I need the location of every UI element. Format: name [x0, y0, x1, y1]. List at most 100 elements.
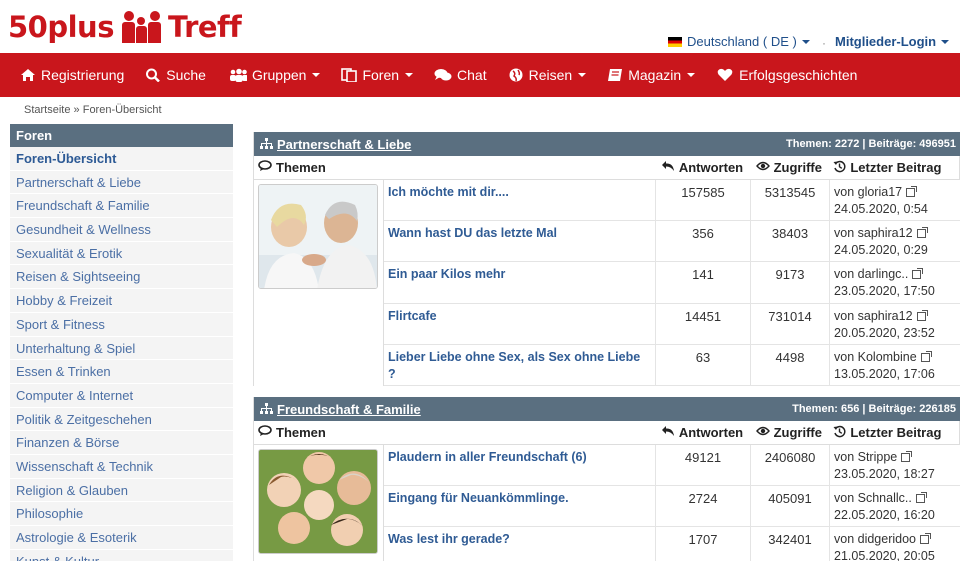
sidebar-item-sport[interactable]: Sport & Fitness — [10, 312, 233, 337]
external-link-icon[interactable] — [916, 227, 928, 239]
nav-foren[interactable]: Foren — [341, 67, 414, 83]
german-flag-icon — [668, 36, 682, 47]
forum-thumbnail-family[interactable] — [258, 449, 378, 554]
topic-link[interactable]: Was lest ihr gerade? — [384, 527, 655, 561]
sidebar-item-unterhaltung[interactable]: Unterhaltung & Spiel — [10, 336, 233, 361]
forum-stats: Themen: 2272 | Beiträge: 496951 — [786, 138, 956, 150]
globe-icon — [509, 68, 523, 82]
topic-link[interactable]: Ich möchte mit dir.... — [384, 180, 655, 220]
table-row: Plaudern in aller Freundschaft (6) 49121… — [384, 445, 960, 487]
last-post-author[interactable]: von gloria17 — [834, 185, 902, 199]
eye-icon — [755, 425, 770, 440]
nav-gruppen[interactable]: Gruppen — [227, 67, 321, 83]
book-icon — [608, 69, 623, 81]
sidebar-item-wissenschaft[interactable]: Wissenschaft & Technik — [10, 454, 233, 479]
last-post-author[interactable]: von Kolombine — [834, 350, 917, 364]
col-themen: Themen — [276, 160, 326, 175]
last-post-author[interactable]: von Strippe — [834, 450, 897, 464]
external-link-icon[interactable] — [920, 533, 932, 545]
chevron-down-icon — [578, 73, 587, 77]
nav-chat[interactable]: Chat — [434, 67, 487, 83]
sidebar-item-foren-uebersicht[interactable]: Foren-Übersicht — [10, 147, 233, 171]
sidebar-item-politik[interactable]: Politik & Zeitgeschehen — [10, 407, 233, 432]
last-post-author[interactable]: von saphira12 — [834, 309, 913, 323]
language-selector[interactable]: Deutschland ( DE ) — [668, 34, 810, 49]
history-icon — [833, 160, 846, 176]
sidebar-item-hobby[interactable]: Hobby & Freizeit — [10, 289, 233, 313]
col-letzter-beitrag: Letzter Beitrag — [850, 160, 942, 175]
breadcrumb-separator: » — [73, 104, 80, 116]
views-count: 9173 — [750, 262, 829, 303]
answers-count: 1707 — [655, 527, 750, 561]
answers-count: 141 — [655, 262, 750, 303]
breadcrumb-home-link[interactable]: Startseite — [24, 104, 70, 116]
reply-icon — [661, 160, 675, 175]
sidebar-item-freundschaft[interactable]: Freundschaft & Familie — [10, 194, 233, 219]
nav-magazin[interactable]: Magazin — [607, 67, 696, 83]
nav-suche[interactable]: Suche — [145, 67, 206, 83]
sidebar-item-religion[interactable]: Religion & Glauben — [10, 478, 233, 503]
sidebar-item-finanzen[interactable]: Finanzen & Börse — [10, 431, 233, 455]
external-link-icon[interactable] — [915, 492, 927, 504]
comments-icon — [258, 160, 272, 175]
last-post-author[interactable]: von saphira12 — [834, 226, 913, 240]
breadcrumb-current[interactable]: Foren-Übersicht — [83, 104, 162, 116]
forum-thumbnail-couple[interactable] — [258, 184, 378, 289]
table-row: Ein paar Kilos mehr 141 9173 von darling… — [384, 262, 960, 304]
forum-header: Partnerschaft & Liebe Themen: 2272 | Bei… — [254, 132, 960, 156]
search-icon — [146, 68, 161, 82]
chat-icon — [434, 69, 452, 81]
site-logo[interactable]: 50plus Treff — [8, 8, 242, 46]
nav-label: Reisen — [528, 67, 573, 83]
last-post-date: 21.05.2020, 20:05 — [834, 549, 935, 561]
sidebar-item-computer[interactable]: Computer & Internet — [10, 383, 233, 408]
forum-header: Freundschaft & Familie Themen: 656 | Bei… — [254, 397, 960, 421]
external-link-icon[interactable] — [912, 268, 924, 280]
last-post: von Strippe 23.05.2020, 18:27 — [829, 445, 960, 486]
history-icon — [833, 425, 846, 441]
external-link-icon[interactable] — [906, 186, 918, 197]
column-headers: Themen Antworten Zugriffe Letzter Beitra… — [254, 156, 960, 180]
forum-title-link[interactable]: Freundschaft & Familie — [277, 402, 421, 417]
forum-panel-freundschaft: Freundschaft & Familie Themen: 656 | Bei… — [253, 397, 960, 561]
chevron-down-icon — [941, 39, 950, 44]
forum-title-link[interactable]: Partnerschaft & Liebe — [277, 137, 411, 152]
views-count: 5313545 — [750, 180, 829, 221]
sidebar-title: Foren — [10, 124, 233, 147]
sidebar-item-philosophie[interactable]: Philosophie — [10, 502, 233, 526]
answers-count: 14451 — [655, 303, 750, 344]
external-link-icon[interactable] — [901, 451, 913, 462]
sidebar-item-reisen[interactable]: Reisen & Sightseeing — [10, 265, 233, 290]
sidebar-item-astrologie[interactable]: Astrologie & Esoterik — [10, 526, 233, 550]
member-login-label: Mitglieder-Login — [835, 34, 937, 49]
sidebar-item-sexualitaet[interactable]: Sexualität & Erotik — [10, 241, 233, 266]
sidebar-item-kunst[interactable]: Kunst & Kultur — [10, 549, 233, 561]
sidebar-item-gesundheit[interactable]: Gesundheit & Wellness — [10, 218, 233, 242]
answers-count: 63 — [655, 344, 750, 385]
last-post-author[interactable]: von Schnallc.. — [834, 491, 912, 505]
comments-icon — [258, 425, 272, 440]
last-post: von gloria17 24.05.2020, 0:54 — [829, 180, 960, 221]
topic-link[interactable]: Flirtcafe — [384, 304, 655, 344]
last-post-author[interactable]: von darlingc.. — [834, 267, 908, 281]
nav-registrierung[interactable]: Registrierung — [20, 67, 124, 83]
topic-link[interactable]: Lieber Liebe ohne Sex, als Sex ohne Lieb… — [384, 345, 655, 385]
topic-link[interactable]: Ein paar Kilos mehr — [384, 262, 655, 302]
member-login-button[interactable]: Mitglieder-Login — [835, 34, 950, 49]
nav-erfolgsgeschichten[interactable]: Erfolgsgeschichten — [716, 67, 857, 83]
sidebar-item-essen[interactable]: Essen & Trinken — [10, 360, 233, 384]
sidebar-item-partnerschaft[interactable]: Partnerschaft & Liebe — [10, 170, 233, 195]
group-icon — [229, 68, 247, 82]
topic-link[interactable]: Plaudern in aller Freundschaft (6) — [384, 445, 655, 485]
last-post-author[interactable]: von didgeridoo — [834, 532, 916, 546]
col-antworten: Antworten — [678, 160, 744, 175]
topic-link[interactable]: Wann hast DU das letzte Mal — [384, 221, 655, 261]
last-post-date: 22.05.2020, 16:20 — [834, 508, 935, 523]
topic-link[interactable]: Eingang für Neuankömmlinge. — [384, 486, 655, 526]
nav-reisen[interactable]: Reisen — [508, 67, 587, 83]
forum-stats: Themen: 656 | Beiträge: 226185 — [792, 403, 956, 415]
chevron-down-icon — [405, 73, 414, 77]
external-link-icon[interactable] — [920, 350, 932, 362]
external-link-icon[interactable] — [916, 309, 928, 321]
logo-text-left: 50plus — [8, 10, 114, 44]
